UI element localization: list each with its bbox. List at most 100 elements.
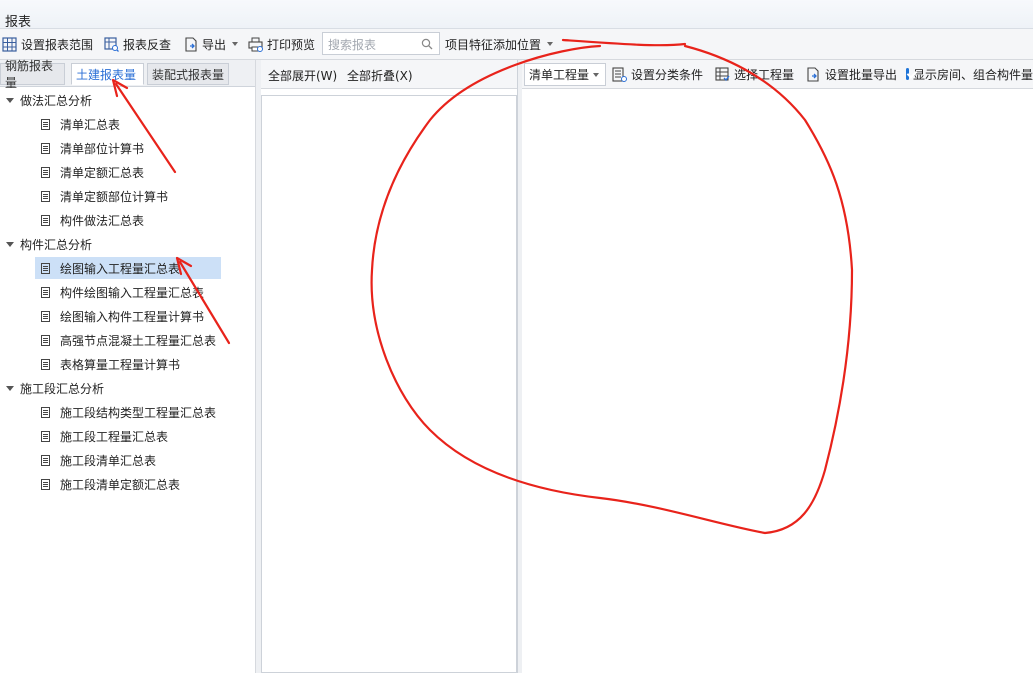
window-title: 报表 <box>5 15 32 30</box>
select-quantity-button[interactable]: 选择工程量 <box>715 60 794 88</box>
tree-item-label: 绘图输入构件工程量计算书 <box>60 309 205 324</box>
expand-arrow-icon[interactable] <box>6 97 14 103</box>
document-icon <box>41 358 50 370</box>
tree-item-selected[interactable]: 绘图输入工程量汇总表 <box>35 257 221 279</box>
main-toolbar: 设置报表范围 报表反查 导出 打印预览 项目特征添加位置 <box>0 29 1033 60</box>
table-select-icon <box>715 66 730 82</box>
tree-item-label: 绘图输入工程量汇总表 <box>60 261 181 276</box>
expand-arrow-icon[interactable] <box>6 241 14 247</box>
chevron-down-icon <box>593 73 599 77</box>
window-titlebar: 报表 <box>0 0 1033 30</box>
set-category-button[interactable]: 设置分类条件 <box>612 60 703 88</box>
tree-item-label: 清单定额部位计算书 <box>60 189 169 204</box>
report-search-input[interactable] <box>326 34 420 55</box>
printer-icon <box>248 37 263 52</box>
tree-item[interactable]: 高强节点混凝土工程量汇总表 <box>41 329 216 351</box>
tree-item-label: 施工段工程量汇总表 <box>60 429 169 444</box>
tree-item-label: 清单汇总表 <box>60 117 121 132</box>
feature-position-dropdown[interactable]: 项目特征添加位置 <box>445 29 554 59</box>
chevron-down-icon <box>547 42 554 46</box>
quantity-type-value: 清单工程量 <box>529 68 590 82</box>
tree-item[interactable]: 清单定额部位计算书 <box>41 185 168 207</box>
table-search-icon <box>104 36 119 52</box>
report-preview-area <box>522 89 1033 673</box>
report-type-tabs: 钢筋报表量 土建报表量 装配式报表量 <box>0 59 255 90</box>
document-icon <box>41 166 50 178</box>
tree-group-practice-summary[interactable]: 做法汇总分析 <box>6 89 92 111</box>
tree-item[interactable]: 绘图输入构件工程量计算书 <box>41 305 204 327</box>
document-icon <box>41 334 50 346</box>
expand-all-button[interactable]: 全部展开(W) <box>268 67 337 84</box>
document-icon <box>41 478 50 490</box>
print-preview-label: 打印预览 <box>267 37 316 52</box>
tree-group-label: 做法汇总分析 <box>20 93 93 108</box>
show-rooms-checkbox[interactable]: 显示房间、组合构件量 <box>906 60 1033 88</box>
select-quantity-label: 选择工程量 <box>734 67 795 82</box>
expand-arrow-icon[interactable] <box>6 385 14 391</box>
set-category-label: 设置分类条件 <box>631 67 704 82</box>
batch-export-icon <box>806 66 821 82</box>
report-search-box[interactable] <box>322 32 440 55</box>
export-label: 导出 <box>202 37 227 52</box>
tree-item-label: 清单部位计算书 <box>60 141 145 156</box>
document-icon <box>41 454 50 466</box>
tab-label: 装配式报表量 <box>152 67 225 82</box>
batch-export-button[interactable]: 设置批量导出 <box>806 60 897 88</box>
tree-item-label: 构件做法汇总表 <box>60 213 145 228</box>
collapse-all-button[interactable]: 全部折叠(X) <box>347 67 413 84</box>
middle-toolbar: 全部展开(W) 全部折叠(X) <box>261 60 517 89</box>
tree-item[interactable]: 清单部位计算书 <box>41 137 144 159</box>
tree-item[interactable]: 施工段工程量汇总表 <box>41 425 168 447</box>
tree-item[interactable]: 构件绘图输入工程量汇总表 <box>41 281 204 303</box>
document-icon <box>41 406 50 418</box>
checkbox-checked-icon[interactable] <box>906 68 909 80</box>
tab-label: 土建报表量 <box>76 67 137 82</box>
tree-group-label: 构件汇总分析 <box>20 237 93 252</box>
batch-export-label: 设置批量导出 <box>825 67 898 82</box>
list-settings-icon <box>612 66 627 82</box>
document-icon <box>41 214 50 226</box>
tab-prefab-report[interactable]: 装配式报表量 <box>147 63 229 85</box>
tree-item[interactable]: 构件做法汇总表 <box>41 209 144 231</box>
tree-item[interactable]: 清单汇总表 <box>41 113 120 135</box>
tree-item-label: 施工段结构类型工程量汇总表 <box>60 405 217 420</box>
document-icon <box>41 262 50 274</box>
tree-item-label: 施工段清单定额汇总表 <box>60 477 181 492</box>
export-dropdown-button[interactable]: 导出 <box>183 29 239 59</box>
set-report-range-label: 设置报表范围 <box>21 37 94 52</box>
show-rooms-label: 显示房间、组合构件量 <box>912 67 1033 82</box>
report-reverse-check-label: 报表反查 <box>123 37 172 52</box>
tree-group-label: 施工段汇总分析 <box>20 381 105 396</box>
tree-item[interactable]: 表格算量工程量计算书 <box>41 353 180 375</box>
feature-position-label: 项目特征添加位置 <box>445 37 542 52</box>
tree-group-component-summary[interactable]: 构件汇总分析 <box>6 233 92 255</box>
document-icon <box>41 118 50 130</box>
tree-item-label: 构件绘图输入工程量汇总表 <box>60 285 205 300</box>
middle-tree-area <box>261 95 517 673</box>
document-icon <box>41 190 50 202</box>
document-icon <box>41 310 50 322</box>
tree-item-label: 清单定额汇总表 <box>60 165 145 180</box>
print-preview-button[interactable]: 打印预览 <box>248 29 315 59</box>
tab-rebar-report[interactable]: 钢筋报表量 <box>0 59 65 90</box>
document-icon <box>41 430 50 442</box>
report-reverse-check-button[interactable]: 报表反查 <box>104 29 171 59</box>
tree-item[interactable]: 施工段结构类型工程量汇总表 <box>41 401 216 423</box>
tree-item[interactable]: 施工段清单定额汇总表 <box>41 473 180 495</box>
tree-item[interactable]: 清单定额汇总表 <box>41 161 144 183</box>
search-icon[interactable] <box>421 38 433 53</box>
quantity-type-select[interactable]: 清单工程量 <box>524 63 606 86</box>
chevron-down-icon <box>232 42 239 46</box>
document-icon <box>41 286 50 298</box>
report-tree-panel: 钢筋报表量 土建报表量 装配式报表量 做法汇总分析 清单汇总表 清单部位计算书 … <box>0 59 256 673</box>
set-report-range-button[interactable]: 设置报表范围 <box>2 29 93 59</box>
tree-item[interactable]: 施工段清单汇总表 <box>41 449 156 471</box>
tree-item-label: 高强节点混凝土工程量汇总表 <box>60 333 217 348</box>
tree-item-label: 表格算量工程量计算书 <box>60 357 181 372</box>
tree-item-label: 施工段清单汇总表 <box>60 453 157 468</box>
tab-label: 钢筋报表量 <box>5 59 54 90</box>
export-icon <box>183 36 198 52</box>
tree-group-construction-section[interactable]: 施工段汇总分析 <box>6 377 104 399</box>
grid-settings-icon <box>2 36 17 52</box>
tab-civil-report[interactable]: 土建报表量 <box>71 63 144 85</box>
